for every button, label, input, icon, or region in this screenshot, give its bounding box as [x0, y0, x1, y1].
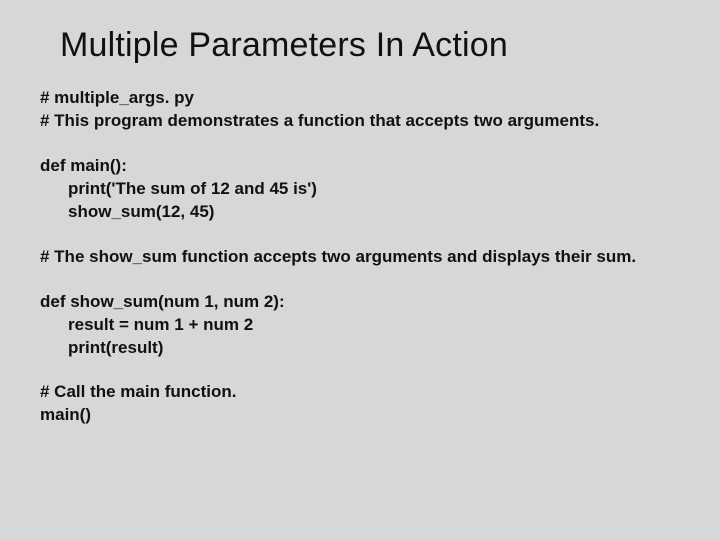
- code-line: def show_sum(num 1, num 2):: [40, 291, 680, 314]
- code-block-header-comment: # multiple_args. py # This program demon…: [40, 87, 680, 133]
- code-line: print('The sum of 12 and 45 is'): [40, 178, 680, 201]
- code-line: # multiple_args. py: [40, 87, 680, 110]
- code-line: # The show_sum function accepts two argu…: [40, 246, 680, 269]
- code-block-main: def main(): print('The sum of 12 and 45 …: [40, 155, 680, 224]
- slide: Multiple Parameters In Action # multiple…: [0, 0, 720, 540]
- code-line: show_sum(12, 45): [40, 201, 680, 224]
- code-block-showsum: def show_sum(num 1, num 2): result = num…: [40, 291, 680, 360]
- code-block-comment-showsum: # The show_sum function accepts two argu…: [40, 246, 680, 269]
- code-line: main(): [40, 404, 680, 427]
- code-line: # This program demonstrates a function t…: [40, 110, 680, 133]
- code-line: def main():: [40, 155, 680, 178]
- code-line: # Call the main function.: [40, 381, 680, 404]
- code-line: print(result): [40, 337, 680, 360]
- code-line: result = num 1 + num 2: [40, 314, 680, 337]
- code-block-call-main: # Call the main function. main(): [40, 381, 680, 427]
- slide-title: Multiple Parameters In Action: [60, 26, 680, 65]
